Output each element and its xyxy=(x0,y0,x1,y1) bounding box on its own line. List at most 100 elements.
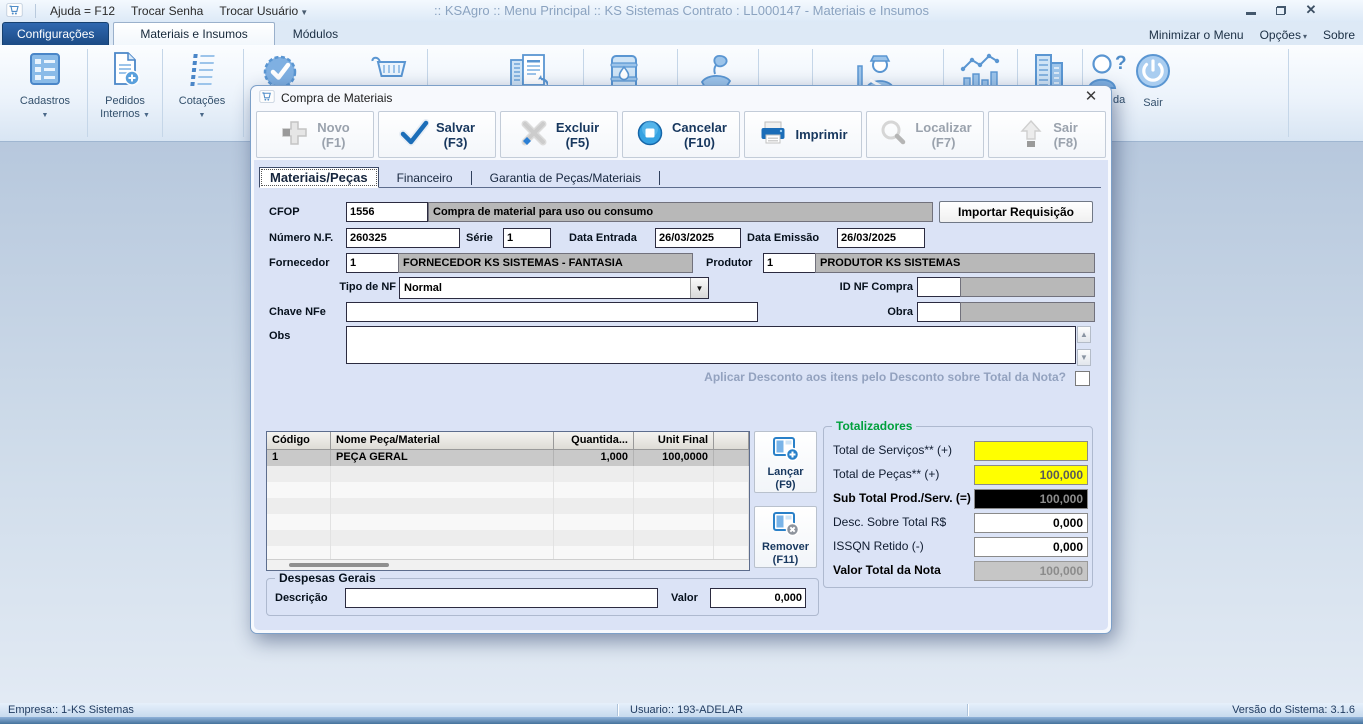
tab-materiais-insumos[interactable]: Materiais e Insumos xyxy=(113,22,274,45)
lancar-button[interactable]: Lançar(F9) xyxy=(754,431,817,493)
excluir-button[interactable]: Excluir(F5) xyxy=(500,111,618,158)
data-entrada-input[interactable] xyxy=(655,228,741,248)
obs-textarea[interactable] xyxy=(346,326,1076,364)
table-empty-row xyxy=(267,466,749,482)
serie-input[interactable] xyxy=(503,228,551,248)
ribbon-item-cotacoes[interactable]: Cotações▼ xyxy=(166,49,238,122)
tab-configuracoes[interactable]: Configurações xyxy=(2,22,109,45)
cadastros-form-icon xyxy=(6,51,84,93)
status-usuario: Usuario:: 193-ADELAR xyxy=(630,704,743,716)
menu-trocar-usuario[interactable]: Trocar Usuário▼ xyxy=(211,4,316,18)
sair-dialog-button[interactable]: Sair(F8) xyxy=(988,111,1106,158)
check-icon xyxy=(399,118,429,151)
localizar-button[interactable]: Localizar(F7) xyxy=(866,111,984,158)
status-separator xyxy=(617,704,618,716)
produtor-label: Produtor xyxy=(706,253,752,273)
issqn-retido-field[interactable]: 0,000 xyxy=(974,537,1088,557)
data-emissao-input[interactable] xyxy=(837,228,925,248)
id-nf-compra-field xyxy=(960,277,1095,297)
total-pecas-label: Total de Peças** (+) xyxy=(833,465,939,484)
compra-de-materiais-dialog: Compra de Materiais ✕ Novo(F1) Salvar(F3… xyxy=(250,85,1112,634)
novo-button[interactable]: Novo(F1) xyxy=(256,111,374,158)
salvar-button[interactable]: Salvar(F3) xyxy=(378,111,496,158)
totalizadores-group: Totalizadores Total de Serviços** (+) To… xyxy=(823,426,1093,588)
table-empty-row xyxy=(267,498,749,514)
subtotal-field: 100,000 xyxy=(974,489,1088,509)
tab-materiais-pecas[interactable]: Materiais/Peças xyxy=(259,167,379,188)
produtor-name-field: PRODUTOR KS SISTEMAS xyxy=(815,253,1095,273)
obs-scrollbar[interactable]: ▲ ▼ xyxy=(1077,326,1091,366)
app-cart-icon[interactable] xyxy=(6,3,23,20)
ribbon-item-sair[interactable]: Sair xyxy=(1128,49,1178,110)
imprimir-button[interactable]: Imprimir xyxy=(744,111,862,158)
cancelar-button[interactable]: Cancelar(F10) xyxy=(622,111,740,158)
tab-garantia[interactable]: Garantia de Peças/Materiais xyxy=(472,169,659,187)
tipo-nf-select[interactable]: Normal ▼ xyxy=(399,277,709,299)
status-empresa: Empresa:: 1-KS Sistemas xyxy=(8,704,134,716)
total-pecas-field[interactable]: 100,000 xyxy=(974,465,1088,485)
scrollbar-thumb[interactable] xyxy=(289,563,389,567)
chevron-down-icon: ▼ xyxy=(300,8,308,17)
chevron-down-icon: ▾ xyxy=(1303,32,1307,41)
total-servicos-field[interactable] xyxy=(974,441,1088,461)
valor-input[interactable] xyxy=(710,588,806,608)
window-bottom-edge xyxy=(0,717,1363,724)
obra-label: Obra xyxy=(848,302,913,322)
remover-button[interactable]: Remover(F11) xyxy=(754,506,817,568)
chevron-down-icon: ▼ xyxy=(143,112,150,119)
obs-label: Obs xyxy=(269,326,290,346)
data-emissao-label: Data Emissão xyxy=(747,228,819,248)
opcoes-link[interactable]: Opções▾ xyxy=(1260,28,1307,42)
window-minimize-button[interactable] xyxy=(1243,3,1259,17)
cfop-label: CFOP xyxy=(269,202,300,222)
cfop-input[interactable] xyxy=(346,202,428,222)
chevron-down-icon: ▼ xyxy=(199,112,206,119)
produtor-code-input[interactable] xyxy=(763,253,817,273)
data-entrada-label: Data Entrada xyxy=(569,228,637,248)
cotacoes-list-icon xyxy=(166,51,238,93)
issqn-retido-label: ISSQN Retido (-) xyxy=(833,537,924,556)
menu-trocar-senha[interactable]: Trocar Senha xyxy=(123,4,211,18)
dialog-toolbar: Novo(F1) Salvar(F3) Excluir(F5) Cancelar… xyxy=(256,111,1106,158)
descricao-input[interactable] xyxy=(345,588,658,608)
chevron-down-icon[interactable]: ▼ xyxy=(690,278,708,298)
fornecedor-code-input[interactable] xyxy=(346,253,400,273)
total-servicos-label: Total de Serviços** (+) xyxy=(833,441,952,460)
tipo-nf-label: Tipo de NF xyxy=(311,277,396,297)
cfop-description-field: Compra de material para uso ou consumo xyxy=(428,202,933,222)
dialog-close-icon[interactable]: ✕ xyxy=(1083,89,1099,105)
id-nf-compra-input[interactable] xyxy=(917,277,961,297)
dialog-tabs: Materiais/Peças Financeiro Garantia de P… xyxy=(259,168,1101,188)
items-table[interactable]: Código Nome Peça/Material Quantida... Un… xyxy=(266,431,750,571)
importar-requisicao-button[interactable]: Importar Requisição xyxy=(939,201,1093,223)
table-row[interactable]: 1 PEÇA GERAL 1,000 100,0000 xyxy=(267,450,749,466)
ribbon-item-cadastros[interactable]: Cadastros▼ xyxy=(6,49,84,122)
status-separator xyxy=(967,704,968,716)
window-restore-button[interactable] xyxy=(1273,3,1289,17)
sobre-link[interactable]: Sobre xyxy=(1323,28,1355,42)
chave-nfe-input[interactable] xyxy=(346,302,758,322)
obra-input[interactable] xyxy=(917,302,961,322)
tab-modulos[interactable]: Módulos xyxy=(275,23,356,45)
ribbon-tab-strip: Configurações Materiais e Insumos Módulo… xyxy=(0,22,1363,45)
subtotal-label: Sub Total Prod./Serv. (=) xyxy=(833,489,971,508)
table-horizontal-scrollbar[interactable] xyxy=(267,559,749,570)
numero-nf-input[interactable] xyxy=(346,228,460,248)
window-close-button[interactable]: ✕ xyxy=(1303,3,1319,17)
scroll-down-icon[interactable]: ▼ xyxy=(1077,349,1091,366)
tab-financeiro[interactable]: Financeiro xyxy=(379,169,471,187)
stop-icon xyxy=(635,118,665,151)
table-empty-row xyxy=(267,482,749,498)
printer-icon xyxy=(758,118,788,151)
table-header: Código Nome Peça/Material Quantida... Un… xyxy=(267,432,749,450)
ribbon-item-ajuda-label[interactable]: da xyxy=(1113,94,1125,106)
menu-ajuda[interactable]: Ajuda = F12 xyxy=(42,4,123,18)
fornecedor-label: Fornecedor xyxy=(269,253,330,273)
tipo-nf-value: Normal xyxy=(400,282,690,294)
desconto-total-field[interactable]: 0,000 xyxy=(974,513,1088,533)
minimizar-menu-link[interactable]: Minimizar o Menu xyxy=(1149,28,1244,42)
ribbon-item-pedidos-internos[interactable]: PedidosInternos ▼ xyxy=(90,49,160,122)
scroll-up-icon[interactable]: ▲ xyxy=(1077,326,1091,343)
tab-separator xyxy=(659,171,660,185)
aplicar-desconto-checkbox[interactable] xyxy=(1075,371,1090,386)
